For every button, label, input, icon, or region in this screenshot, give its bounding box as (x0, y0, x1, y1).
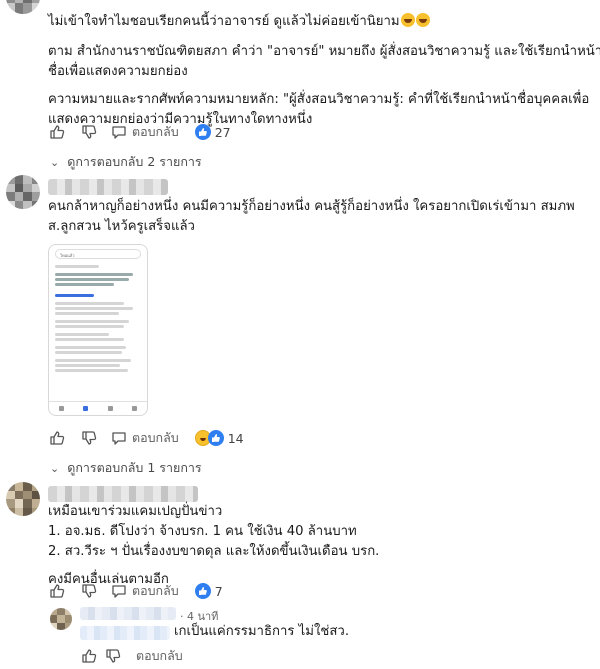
like-reaction-icon (194, 583, 211, 599)
speech-bubble-icon[interactable] (110, 429, 128, 447)
reaction-count: 7 (214, 583, 223, 599)
reply-button[interactable]: ตอบกลับ (136, 646, 183, 666)
avatar[interactable] (6, 175, 40, 209)
reply-button[interactable]: ตอบกลับ (132, 581, 179, 601)
comment-actions: ตอบกลับ 27 (48, 122, 231, 142)
reply-avatar[interactable] (50, 608, 72, 630)
reaction-count: 27 (214, 124, 231, 140)
chevron-down-icon: ⌄ (50, 461, 60, 475)
speech-bubble-icon[interactable] (110, 123, 128, 141)
like-reaction-icon (194, 124, 211, 140)
avatar[interactable] (6, 482, 40, 516)
show-replies-link[interactable]: ⌄ ดูการตอบกลับ 2 รายการ (50, 152, 202, 172)
comment-1: ไม่เข้าใจทำไมชอบเรียกคนนี้ว่าอาจารย์ ดูแ… (0, 0, 600, 175)
thumbs-up-icon[interactable] (48, 429, 66, 447)
reply-text-blurred-prefix (80, 626, 170, 640)
reply-actions: ตอบกลับ (80, 646, 183, 666)
reply-text: เกเป็นแค่กรรมาธิการ ไม่ใช่สว. (174, 624, 350, 639)
author-name-blurred[interactable] (48, 486, 198, 502)
phone-search-bar: ใหม่แล้ว (55, 249, 141, 259)
chevron-down-icon: ⌄ (50, 155, 60, 169)
comment-actions: ตอบกลับ 14 (48, 428, 244, 448)
author-name-blurred[interactable] (48, 179, 168, 195)
thumbs-up-icon[interactable] (48, 582, 66, 600)
thumbs-down-icon[interactable] (80, 429, 98, 447)
phone-nav-bar (49, 401, 147, 415)
rofl-emoji-icon (400, 13, 415, 27)
thumbs-down-icon[interactable] (104, 647, 122, 665)
comment-text: คนกล้าหาญก็อย่างหนึ่ง คนมีความรู้ก็อย่าง… (48, 199, 575, 234)
comment-text: เหมือนเขาร่วมแคมเปญปั่นข่าว 1. อจ.มธ. ดี… (48, 504, 380, 587)
reaction-summary[interactable]: 14 (194, 430, 244, 446)
thumbs-down-icon[interactable] (80, 582, 98, 600)
show-replies-link[interactable]: ⌄ ดูการตอบกลับ 1 รายการ (50, 458, 202, 478)
reaction-summary[interactable]: 7 (194, 583, 223, 599)
speech-bubble-icon[interactable] (110, 582, 128, 600)
attached-screenshot-image[interactable]: ใหม่แล้ว (48, 244, 148, 416)
comment-actions: ตอบกลับ 7 (48, 581, 223, 601)
reply-button[interactable]: ตอบกลับ (132, 122, 179, 142)
reply-author-name-blurred[interactable] (80, 607, 176, 620)
comment-text: ไม่เข้าใจทำไมชอบเรียกคนนี้ว่าอาจารย์ ดูแ… (48, 13, 600, 127)
avatar[interactable] (6, 0, 40, 14)
reply-button[interactable]: ตอบกลับ (132, 428, 179, 448)
thumbs-up-icon[interactable] (80, 647, 98, 665)
like-reaction-icon (207, 430, 224, 446)
thumbs-up-icon[interactable] (48, 123, 66, 141)
thumbs-down-icon[interactable] (80, 123, 98, 141)
reaction-count: 14 (227, 430, 244, 446)
reaction-summary[interactable]: 27 (194, 124, 231, 140)
rofl-emoji-icon (415, 13, 430, 27)
